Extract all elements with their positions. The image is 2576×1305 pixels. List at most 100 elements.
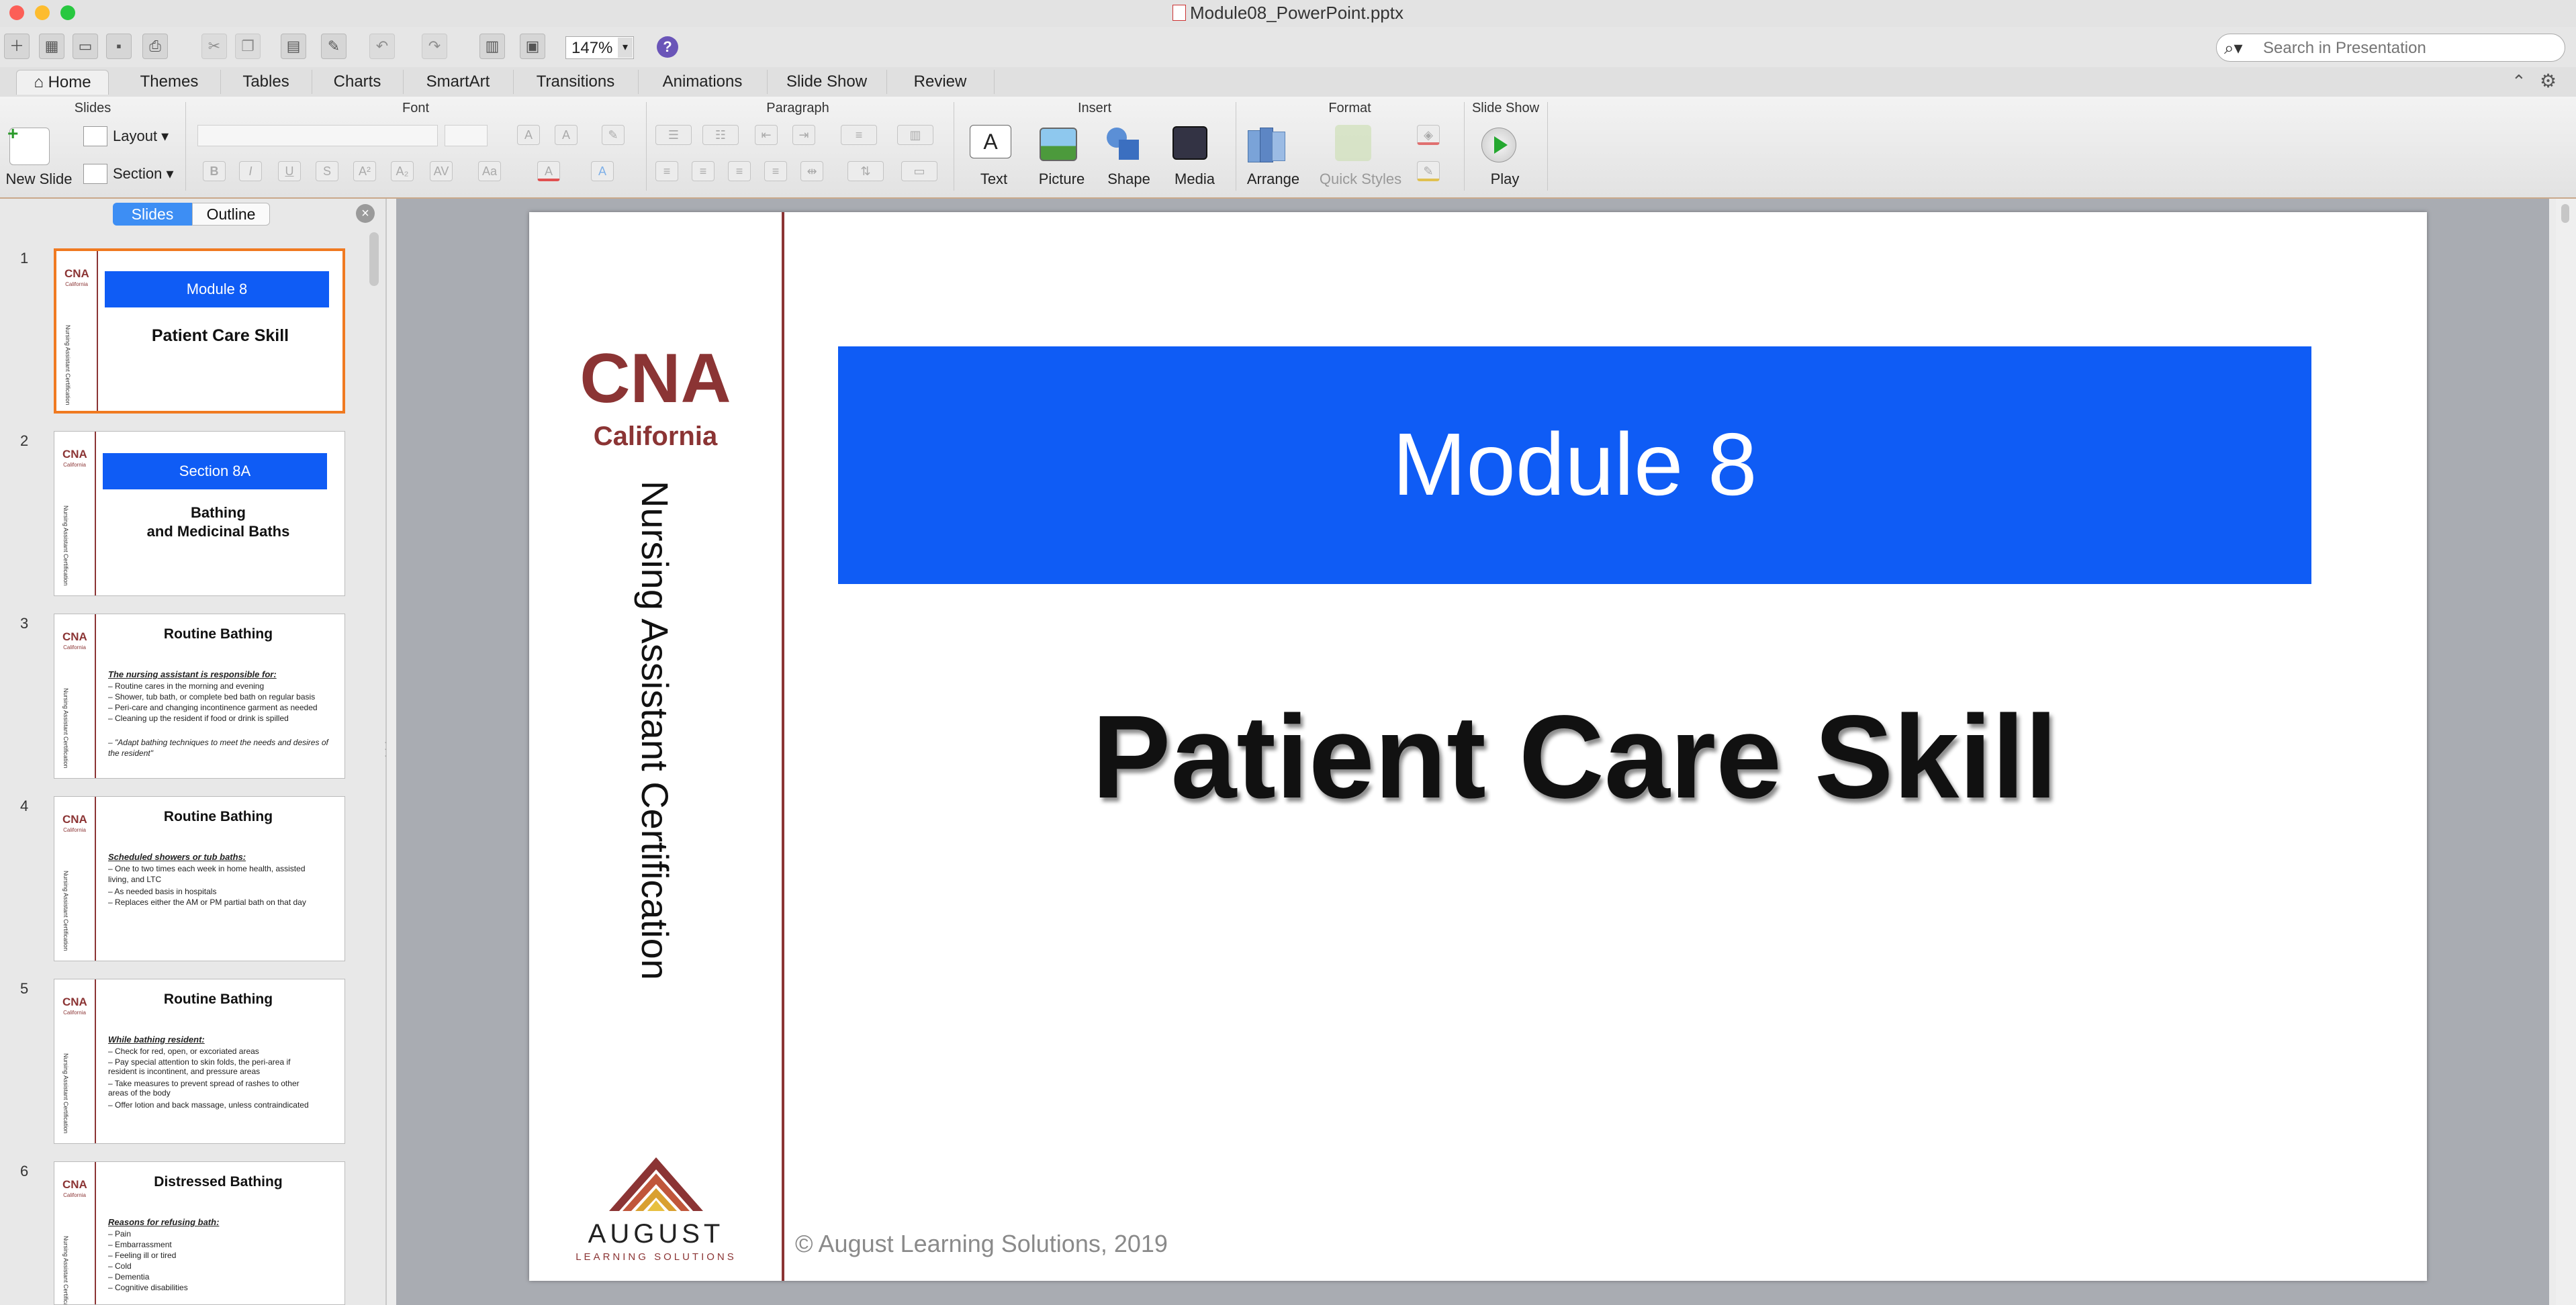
help-icon[interactable]: ? <box>657 36 678 58</box>
clear-formatting-icon[interactable]: ✎ <box>602 125 625 145</box>
tab-slide-show[interactable]: Slide Show <box>767 70 887 94</box>
tab-smartart[interactable]: SmartArt <box>403 70 514 94</box>
italic-icon[interactable]: I <box>239 161 262 181</box>
zoom-dropdown-arrow[interactable]: ▾ <box>618 38 633 58</box>
character-spacing-icon[interactable]: AV <box>430 161 453 181</box>
align-left-icon[interactable]: ≡ <box>655 161 678 181</box>
superscript-icon[interactable]: A² <box>353 161 376 181</box>
shape-button[interactable]: Shape <box>1099 171 1159 188</box>
format-painter-icon[interactable]: ✎ <box>321 34 347 59</box>
tab-charts[interactable]: Charts <box>312 70 404 94</box>
tab-animations[interactable]: Animations <box>638 70 768 94</box>
tab-tables[interactable]: Tables <box>220 70 312 94</box>
group-label-paragraph: Paragraph <box>766 101 829 115</box>
layout-button[interactable]: Layout ▾ <box>113 128 169 145</box>
increase-indent-icon[interactable]: ⇥ <box>792 125 815 145</box>
quick-styles-icon[interactable] <box>1335 125 1371 161</box>
print-icon[interactable]: ⎙ <box>142 34 168 59</box>
slide-thumbnail-1[interactable]: CNA California Nursing Assistant Certific… <box>54 248 345 414</box>
font-color-icon[interactable]: A <box>537 161 560 181</box>
play-icon[interactable] <box>1481 128 1516 162</box>
thumb-line: – Shower, tub bath, or complete bed bath… <box>108 692 316 702</box>
justify-icon[interactable]: ≡ <box>764 161 787 181</box>
bullets-icon[interactable]: ☰ <box>655 125 692 145</box>
splitter-handle[interactable]: · · · <box>384 737 389 769</box>
slide-thumbnail-2[interactable]: CNA California Nursing Assistant Certific… <box>54 431 345 596</box>
slide-title[interactable]: Patient Care Skill <box>838 698 2311 816</box>
slide-number: 2 <box>20 432 29 449</box>
save-icon[interactable]: ▪ <box>106 34 132 59</box>
quick-styles-button[interactable]: Quick Styles <box>1314 171 1408 188</box>
shape-line-icon[interactable]: ✎ <box>1417 161 1440 181</box>
numbering-icon[interactable]: ☷ <box>702 125 739 145</box>
copy-icon[interactable]: ❐ <box>235 34 261 59</box>
shape-fill-icon[interactable]: ◈ <box>1417 125 1440 145</box>
picture-icon[interactable] <box>1040 128 1077 161</box>
current-slide[interactable]: CNA California Nursing Assistant Certifi… <box>529 212 2427 1281</box>
gear-icon[interactable]: ⚙ <box>2540 70 2557 92</box>
align-text-icon[interactable]: ▭ <box>901 161 937 181</box>
underline-icon[interactable]: U <box>278 161 301 181</box>
open-folder-icon[interactable]: ▭ <box>73 34 98 59</box>
align-right-icon[interactable]: ≡ <box>728 161 751 181</box>
gallery-icon[interactable]: ▥ <box>479 34 505 59</box>
text-box-icon[interactable]: A <box>970 125 1011 158</box>
shrink-font-icon[interactable]: A <box>555 125 578 145</box>
align-center-icon[interactable]: ≡ <box>692 161 715 181</box>
slide-thumbnail-6[interactable]: CNA California Nursing Assistant Certific… <box>54 1161 345 1305</box>
shape-icon[interactable] <box>1107 128 1139 160</box>
slide-band-text[interactable]: Module 8 <box>838 420 2311 509</box>
picture-button[interactable]: Picture <box>1031 171 1092 188</box>
scroll-thumb[interactable] <box>2561 204 2569 223</box>
tab-home[interactable]: ⌂ Home <box>16 70 109 95</box>
strikethrough-icon[interactable]: S <box>316 161 338 181</box>
columns-icon[interactable]: ▥ <box>897 125 933 145</box>
new-slide-icon[interactable]: + <box>7 123 50 165</box>
slide-thumbnail-3[interactable]: CNA California Nursing Assistant Certific… <box>54 614 345 779</box>
arrange-button[interactable]: Arrange <box>1240 171 1307 188</box>
line-spacing-icon[interactable]: ≡ <box>841 125 877 145</box>
section-button[interactable]: Section ▾ <box>113 165 174 183</box>
bold-icon[interactable]: B <box>203 161 226 181</box>
new-document-icon[interactable]: ＋ <box>4 34 30 59</box>
font-size-field[interactable] <box>445 125 488 146</box>
paste-icon[interactable]: ▤ <box>281 34 306 59</box>
change-case-icon[interactable]: Aa <box>478 161 501 181</box>
arrange-icon[interactable] <box>1248 128 1285 164</box>
grow-font-icon[interactable]: A <box>517 125 540 145</box>
media-button[interactable]: Media <box>1164 171 1225 188</box>
templates-icon[interactable]: ▦ <box>39 34 64 59</box>
group-label-insert: Insert <box>1077 101 1112 115</box>
slide-show-icon[interactable]: ▣ <box>520 34 545 59</box>
subscript-icon[interactable]: A₂ <box>391 161 414 181</box>
undo-icon[interactable]: ↶ <box>369 34 395 59</box>
text-direction-icon[interactable]: ⇅ <box>847 161 884 181</box>
search-input[interactable] <box>2262 36 2560 60</box>
distributed-icon[interactable]: ⇹ <box>800 161 823 181</box>
slide-thumbnail-4[interactable]: CNA California Nursing Assistant Certific… <box>54 796 345 961</box>
tab-slides[interactable]: Slides <box>113 203 192 226</box>
play-button[interactable]: Play <box>1475 171 1535 188</box>
tab-transitions[interactable]: Transitions <box>513 70 639 94</box>
redo-icon[interactable]: ↷ <box>422 34 447 59</box>
tab-review[interactable]: Review <box>886 70 995 94</box>
slide-thumbnail-5[interactable]: CNA California Nursing Assistant Certific… <box>54 979 345 1144</box>
thumb-logo: CNA California <box>62 1178 87 1198</box>
tab-outline[interactable]: Outline <box>192 203 270 226</box>
text-button[interactable]: Text <box>967 171 1021 188</box>
media-icon[interactable] <box>1172 126 1207 160</box>
home-icon: ⌂ <box>34 73 44 91</box>
new-slide-button[interactable]: New Slide <box>4 171 74 188</box>
decrease-indent-icon[interactable]: ⇤ <box>755 125 778 145</box>
pane-scrollbar[interactable] <box>369 232 379 286</box>
tab-themes[interactable]: Themes <box>118 70 221 94</box>
thumb-rule <box>95 979 96 1143</box>
collapse-ribbon-icon[interactable]: ⌃ <box>2512 71 2526 92</box>
close-icon[interactable]: × <box>356 204 375 223</box>
cut-icon[interactable]: ✂ <box>201 34 227 59</box>
font-name-field[interactable] <box>197 125 438 146</box>
text-effects-icon[interactable]: A <box>591 161 614 181</box>
thumb-line: – Replaces either the AM or PM partial b… <box>108 898 306 907</box>
canvas-scrollbar[interactable] <box>2556 199 2576 1305</box>
search-icon[interactable]: ⌕▾ <box>2224 38 2243 59</box>
